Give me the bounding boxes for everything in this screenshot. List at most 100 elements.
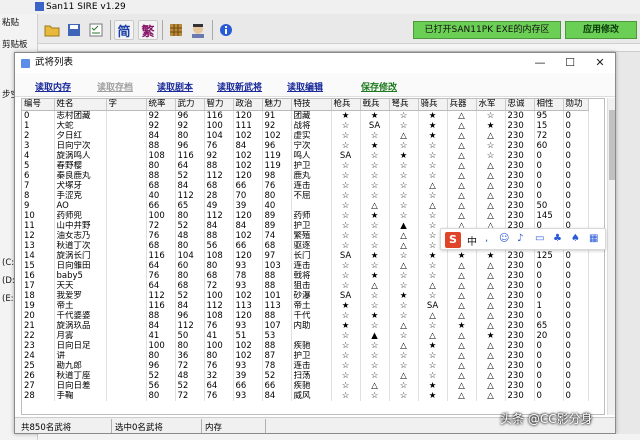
table-row[interactable]: 4 旋涡鸣人 108 116 92 102 119 鸣人 SA ☆ ★ ☆ △ ☆ 230 0 0 [22,150,589,161]
table-row[interactable]: 19 帝土 116 84 112 113 113 帝土 ★ ☆ ☆ SA △ △ 230 1 0 [22,300,589,311]
column-header[interactable]: 字 [106,99,147,111]
table-row[interactable]: 27 日向日差 56 52 64 66 66 疾驰 ☆ △ ☆ ★ △ △ 230 0 0 [22,380,589,391]
table-row[interactable]: 14 旋涡长门 116 104 108 120 97 长门 SA ★ ☆ ★ ★ ★ 230 125 0 [22,250,589,261]
table-row[interactable]: 5 春野樱 80 64 88 102 119 护卫 ☆ ☆ ☆ ☆ △ △ 230 0 0 [22,160,589,171]
table-cell: △ [447,120,477,131]
info-icon[interactable] [216,20,236,40]
keyboard-icon[interactable]: ▭ [535,233,544,244]
left-item[interactable]: 粘贴 [2,16,19,28]
table-cell: 80 [262,190,292,201]
table-cell: 93 [233,320,263,331]
table-cell: 111 [233,120,263,131]
column-header[interactable]: 枪兵 [331,99,361,111]
menu-grid-icon[interactable]: ▦ [589,233,598,244]
table-row[interactable]: 9 AO 66 65 49 39 40 ☆ △ ☆ △ △ △ 230 50 0 [22,200,589,211]
table-cell: ★ [331,320,361,331]
table-cell: 230 [505,170,535,181]
table-cell: △ [476,270,506,281]
column-header[interactable]: 水军 [476,99,506,111]
background-file-list [38,434,640,440]
read-edit-button[interactable]: 读取编辑 [287,80,323,93]
table-row[interactable]: 10 药师兜 100 80 112 120 89 药师 ☆ ★ ☆ ☆ △ △ 230 145 0 [22,210,589,221]
simplified-button[interactable]: 简 [114,20,134,40]
column-header[interactable]: 武力 [175,99,205,111]
table-cell: 80 [204,350,234,361]
close-icon[interactable]: ✕ [585,53,615,73]
column-header[interactable]: 魅力 [262,99,292,111]
table-cell [106,250,147,261]
table-row[interactable]: 26 秋道丁座 52 48 32 39 52 扫荡 ☆ ☆ △ ☆ △ △ 230 0 0 [22,370,589,381]
table-row[interactable]: 6 秦良鹿丸 88 52 112 120 98 鹿丸 ☆ ☆ ☆ ☆ △ △ 230 0 0 [22,170,589,181]
column-header[interactable]: 戟兵 [360,99,390,111]
table-row[interactable]: 15 日向雏田 64 60 80 93 103 连击 ☆ ☆ △ ☆ △ △ 230 0 0 [22,260,589,271]
shirt-icon[interactable]: ♠ [571,233,580,244]
column-header[interactable]: 特技 [291,99,332,111]
table-row[interactable]: 2 夕日红 84 80 104 102 102 虚实 ☆ ☆ △ ★ △ △ 230 72 0 [22,130,589,141]
table-row[interactable]: 8 手涩克 40 112 28 70 80 不屈 ☆ ☆ ☆ ☆ △ △ 230 0 0 [22,190,589,201]
table-row[interactable]: 17 天天 64 68 72 93 88 狙击 ☆ △ ☆ △ △ △ 230 0 0 [22,280,589,291]
table-cell: 戟将 [291,270,332,281]
table-row[interactable]: 3 日向宁次 88 96 76 84 96 宁次 ☆ ★ ☆ ☆ △ ☆ 230 60 0 [22,140,589,151]
ime-mode[interactable]: 中 [467,233,477,248]
window-title: 武将列表 [35,57,74,68]
scroll-thumb[interactable] [609,110,615,180]
open-folder-icon[interactable] [42,20,62,40]
column-header[interactable]: 政治 [233,99,263,111]
table-row[interactable]: 16 baby5 76 80 68 78 88 戟将 ☆ ★ ☆ ☆ △ △ 230 0 0 [22,270,589,281]
table-row[interactable]: 25 勘九郎 96 72 76 93 78 连击 ☆ ☆ ☆ ☆ △ △ 230 0 0 [22,360,589,371]
read-save-button[interactable]: 读取存档 [97,80,133,93]
table-cell: 威风 [291,390,332,401]
maximize-icon[interactable]: ☐ [555,53,585,73]
table-cell: 药师兜 [54,210,107,221]
table-cell: 100 [204,120,234,131]
read-new-general-button[interactable]: 读取新武将 [217,80,262,93]
read-scenario-button[interactable]: 读取剧本 [157,80,193,93]
table-cell: 连击 [291,360,332,371]
column-header[interactable]: 勋功 [563,99,589,111]
table-cell: 230 [505,390,535,401]
column-header[interactable]: 相性 [534,99,564,111]
table-cell: 0 [563,190,589,201]
minimize-icon[interactable]: — [525,53,555,73]
table-cell: △ [476,320,506,331]
column-header[interactable]: 忠诚 [505,99,535,111]
table-cell: ☆ [331,260,361,271]
column-header[interactable]: 姓名 [54,99,107,111]
grid-icon[interactable] [166,20,186,40]
table-cell: 鹿丸 [291,170,332,181]
table-row[interactable]: 1 大蛇 92 92 100 111 92 战将 ☆ SA ☆ ★ △ ★ 230 15 0 [22,120,589,131]
microphone-icon[interactable]: ♪ [517,233,523,244]
save-icon[interactable] [64,20,84,40]
avatar-icon[interactable] [188,20,208,40]
column-header[interactable]: 统率 [146,99,176,111]
column-header[interactable]: 骑兵 [418,99,448,111]
checklist-icon[interactable] [86,20,106,40]
apply-changes-button[interactable]: 应用修改 [565,21,637,39]
punctuation-icon[interactable]: , [485,233,488,244]
table-row[interactable]: 22 月雾 41 50 41 51 53 ☆ ▲ ☆ △ △ ★ 230 20 0 [22,330,589,341]
table-row[interactable]: 28 手鞠 80 72 76 93 84 威风 ☆ ☆ ☆ ★ △ △ 230 0 0 [22,390,589,401]
table-cell: 不屈 [291,190,332,201]
table-row[interactable]: 7 犬塚牙 68 84 68 66 76 连击 ☆ ☆ ☆ △ △ △ 230 0 0 [22,180,589,191]
vertical-scrollbar[interactable] [607,98,615,415]
read-memory-button[interactable]: 读取内存 [35,80,71,93]
table-row[interactable]: 24 讲 80 36 80 102 87 护卫 ☆ ☆ ☆ ☆ △ △ 230 0 0 [22,350,589,361]
save-changes-button[interactable]: 保存修改 [361,80,397,93]
table-row[interactable]: 0 志村团藏 92 96 116 120 91 团藏 ★ ★ ☆ ★ △ ☆ 230 95 0 [22,110,589,121]
table-cell: ☆ [360,240,390,251]
watermark: 头条 @CC影分身 [500,412,593,426]
column-header[interactable]: 兵器 [447,99,477,111]
column-header[interactable]: 智力 [204,99,234,111]
traditional-button[interactable]: 繁 [138,20,158,40]
table-row[interactable]: 18 我爱罗 112 52 100 102 101 砂瀑 SA ☆ ★ ☆ △ △ 230 0 0 [22,290,589,301]
table-cell: 102 [233,290,263,301]
column-header[interactable]: 编号 [22,99,55,111]
table-row[interactable]: 21 旋涡玖品 84 112 76 93 107 内助 ★ ☆ △ ☆ ★ △ 230 65 0 [22,320,589,331]
table-row[interactable]: 23 日向日足 100 80 100 102 88 疾驰 ☆ ☆ △ ★ △ △ 230 0 0 [22,340,589,351]
column-header[interactable]: 弩兵 [389,99,419,111]
emoji-icon[interactable]: ☺ [499,233,509,244]
table-cell: 230 [505,140,535,151]
ime-toolbar[interactable]: S 中 , ☺ ♪ ▭ ♣ ♠ ▦ [440,228,606,250]
table-row[interactable]: 20 千代婆婆 88 96 108 120 88 千代 ☆ ★ ☆ △ △ △ 230 0 0 [22,310,589,321]
skin-icon[interactable]: ♣ [553,233,562,244]
